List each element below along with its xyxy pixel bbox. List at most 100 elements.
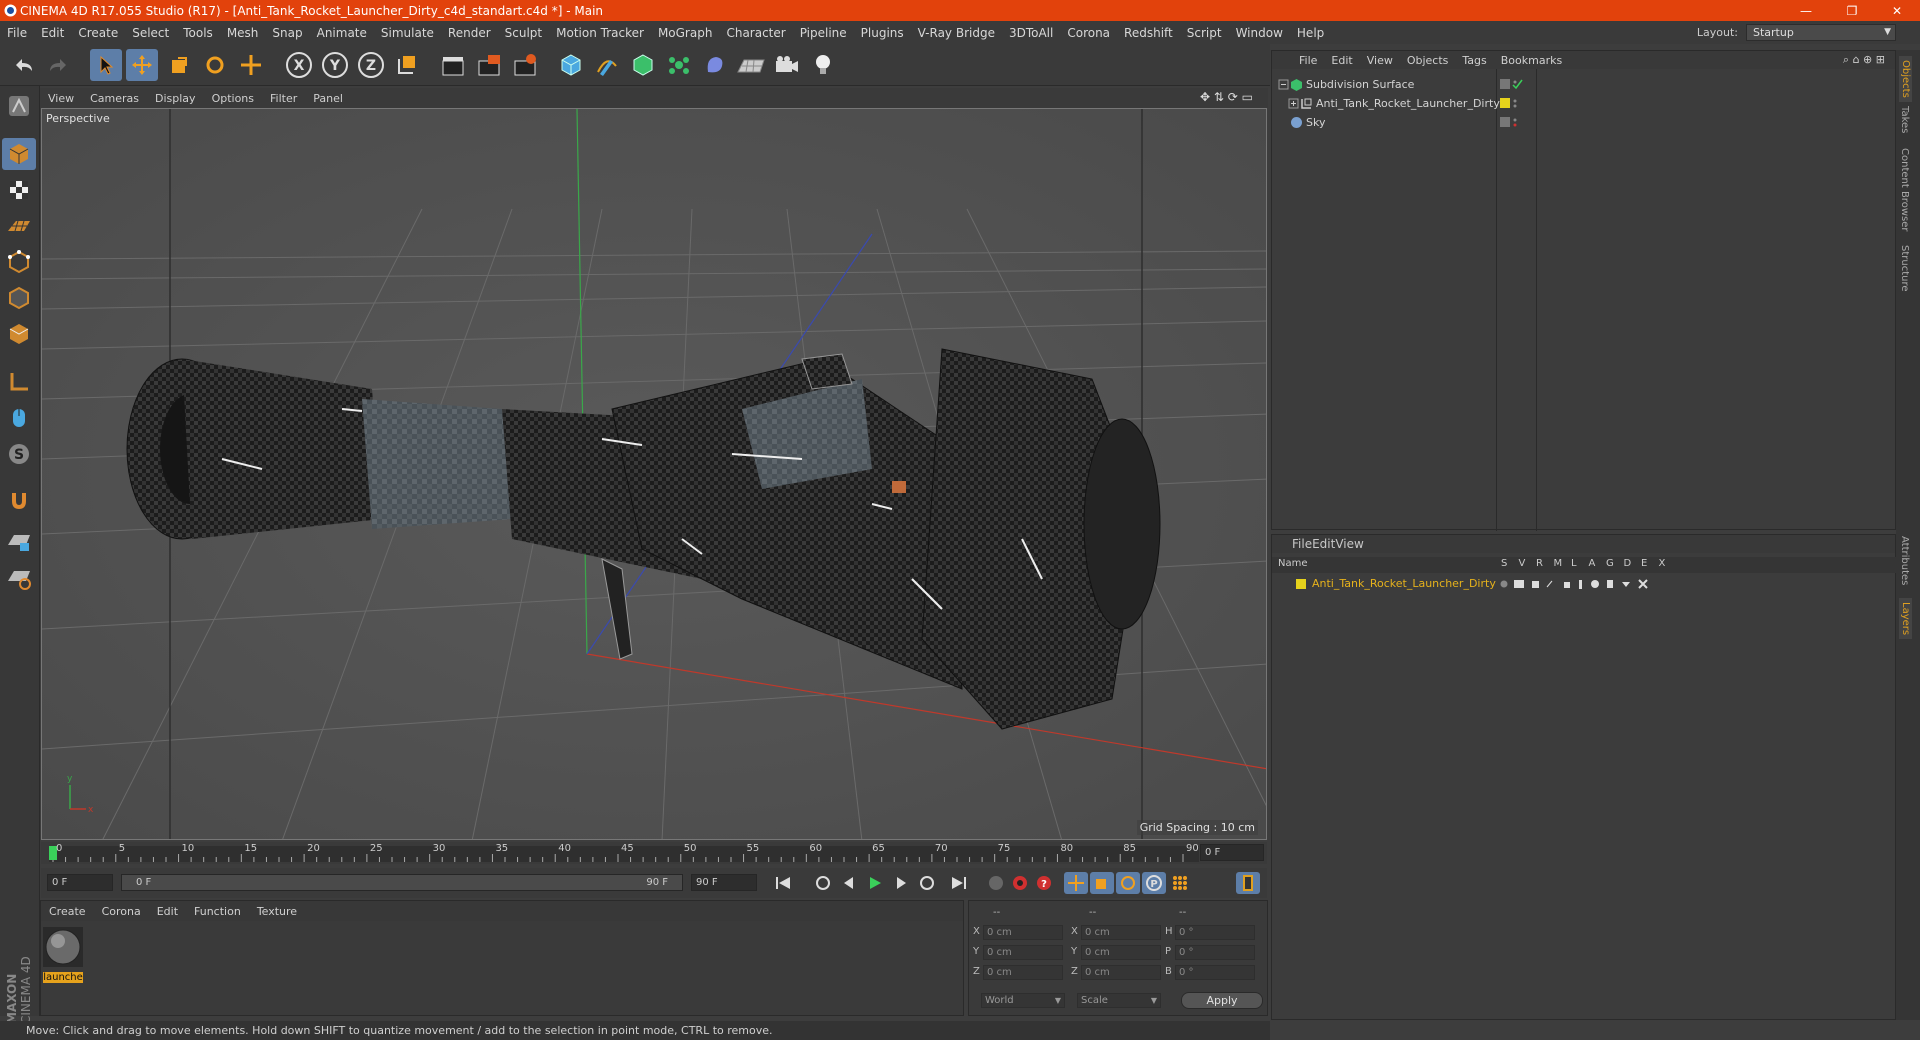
object-menu-bookmarks[interactable]: Bookmarks: [1494, 54, 1569, 67]
viewport-menu-options[interactable]: Options: [204, 92, 262, 105]
key-scale-button[interactable]: [1090, 872, 1114, 894]
add-pen-spline-button[interactable]: [591, 49, 623, 81]
layer-color-tag-icon[interactable]: [1500, 97, 1530, 110]
object-menu-tags[interactable]: Tags: [1455, 54, 1493, 67]
transform-tool-button[interactable]: [235, 49, 267, 81]
model-mode-button[interactable]: [2, 138, 36, 170]
layer-column-x[interactable]: X: [1659, 558, 1666, 569]
object-menu-objects[interactable]: Objects: [1400, 54, 1456, 67]
menu-simulate[interactable]: Simulate: [374, 26, 441, 40]
menu-3dtoall[interactable]: 3DToAll: [1002, 26, 1060, 40]
previous-key-button[interactable]: [811, 872, 835, 894]
z-axis-lock-button[interactable]: Z: [355, 49, 387, 81]
coord-value-field[interactable]: 0 cm: [983, 945, 1063, 960]
coord-value-field[interactable]: 0 °: [1175, 925, 1255, 940]
menu-animate[interactable]: Animate: [310, 26, 374, 40]
world-dropdown[interactable]: World ▼: [981, 993, 1065, 1008]
viewport-menu-display[interactable]: Display: [147, 92, 204, 105]
viewport-scene[interactable]: yx: [42, 109, 1267, 840]
motion-path-button[interactable]: [984, 872, 1008, 894]
restore-button[interactable]: ❐: [1829, 0, 1875, 21]
points-mode-button[interactable]: [2, 246, 36, 278]
menu-edit[interactable]: Edit: [34, 26, 71, 40]
layer-column-a[interactable]: A: [1589, 558, 1596, 569]
material-menu-edit[interactable]: Edit: [149, 905, 186, 918]
add-cloner-button[interactable]: [663, 49, 695, 81]
layer-column-g[interactable]: G: [1606, 558, 1614, 569]
tab-takes[interactable]: Takes: [1899, 106, 1910, 133]
y-axis-lock-button[interactable]: Y: [319, 49, 351, 81]
coord-value-field[interactable]: 0 cm: [1081, 945, 1161, 960]
viewport-menu-filter[interactable]: Filter: [262, 92, 305, 105]
next-frame-button[interactable]: [889, 872, 913, 894]
menu-motion-tracker[interactable]: Motion Tracker: [549, 26, 651, 40]
menu-corona[interactable]: Corona: [1060, 26, 1117, 40]
layer-color-swatch[interactable]: [1296, 579, 1306, 589]
locked-workplane-button[interactable]: [2, 526, 36, 558]
menu-help[interactable]: Help: [1290, 26, 1331, 40]
object-row-subdivision[interactable]: Subdivision Surface: [1272, 75, 1897, 94]
x-axis-lock-button[interactable]: X: [283, 49, 315, 81]
coord-value-field[interactable]: 0 °: [1175, 965, 1255, 980]
menu-mesh[interactable]: Mesh: [220, 26, 266, 40]
menu-create[interactable]: Create: [71, 26, 125, 40]
render-to-picture-viewer-button[interactable]: [509, 49, 541, 81]
coord-value-field[interactable]: 0 cm: [1081, 965, 1161, 980]
layer-menu-file[interactable]: File: [1292, 537, 1312, 551]
key-pla-button[interactable]: [1168, 872, 1192, 894]
key-position-button[interactable]: [1064, 872, 1088, 894]
make-editable-button[interactable]: [2, 90, 36, 122]
material-menu-texture[interactable]: Texture: [249, 905, 305, 918]
tab-structure[interactable]: Structure: [1899, 245, 1910, 292]
frame-range-slider[interactable]: 0 F 90 F: [121, 874, 683, 891]
coord-value-field[interactable]: 0 °: [1175, 945, 1255, 960]
layer-column-s[interactable]: S: [1501, 558, 1507, 569]
current-frame-field[interactable]: 0 F: [1200, 844, 1264, 861]
scale-dropdown[interactable]: Scale ▼: [1077, 993, 1161, 1008]
previous-frame-button[interactable]: [837, 872, 861, 894]
menu-pipeline[interactable]: Pipeline: [793, 26, 854, 40]
menu-sculpt[interactable]: Sculpt: [498, 26, 549, 40]
apply-button[interactable]: Apply: [1181, 992, 1263, 1009]
layer-menu-view[interactable]: View: [1335, 537, 1363, 551]
menu-redshift[interactable]: Redshift: [1117, 26, 1180, 40]
add-light-button[interactable]: [807, 49, 839, 81]
layer-menu-edit[interactable]: Edit: [1312, 537, 1335, 551]
axis-mode-button[interactable]: [2, 366, 36, 398]
menu-character[interactable]: Character: [719, 26, 792, 40]
coord-value-field[interactable]: 0 cm: [983, 965, 1063, 980]
close-button[interactable]: ✕: [1874, 0, 1920, 21]
key-parameter-button[interactable]: P: [1142, 872, 1166, 894]
add-deformer-button[interactable]: [699, 49, 731, 81]
object-manager-nav-icons[interactable]: ⌕ ⌂ ⊕ ⊞: [1843, 53, 1885, 67]
coord-value-field[interactable]: 0 cm: [1081, 925, 1161, 940]
tab-objects[interactable]: Objects: [1899, 56, 1912, 102]
object-row-launcher[interactable]: Anti_Tank_Rocket_Launcher_Dirty: [1272, 94, 1897, 113]
coordinate-system-button[interactable]: [391, 49, 423, 81]
magnet-button[interactable]: [2, 484, 36, 516]
viewport-menu-panel[interactable]: Panel: [305, 92, 351, 105]
timeline-window-button[interactable]: [1236, 872, 1260, 894]
material-menu-create[interactable]: Create: [41, 905, 94, 918]
key-rotation-button[interactable]: [1116, 872, 1140, 894]
material-menu-corona[interactable]: Corona: [94, 905, 149, 918]
menu-tools[interactable]: Tools: [176, 26, 220, 40]
end-frame-field[interactable]: 90 F: [691, 874, 757, 891]
viewport-menu-view[interactable]: View: [40, 92, 82, 105]
menu-select[interactable]: Select: [125, 26, 176, 40]
add-camera-button[interactable]: [771, 49, 803, 81]
menu-file[interactable]: File: [0, 26, 34, 40]
object-menu-edit[interactable]: Edit: [1324, 54, 1359, 67]
viewport-menu-cameras[interactable]: Cameras: [82, 92, 147, 105]
menu-v-ray-bridge[interactable]: V-Ray Bridge: [911, 26, 1002, 40]
tweak-mode-button[interactable]: [2, 402, 36, 434]
select-tool-button[interactable]: [90, 49, 122, 81]
coord-value-field[interactable]: 0 cm: [983, 925, 1063, 940]
layout-dropdown[interactable]: Startup ▼: [1746, 24, 1896, 41]
snap-button[interactable]: S: [2, 438, 36, 470]
add-floor-button[interactable]: [735, 49, 767, 81]
viewport-nav-icons[interactable]: ✥ ⇅ ⟳ ▭: [1200, 90, 1253, 104]
record-button[interactable]: [1008, 872, 1032, 894]
material-swatch[interactable]: launche: [43, 927, 83, 985]
go-to-start-button[interactable]: [771, 872, 795, 894]
